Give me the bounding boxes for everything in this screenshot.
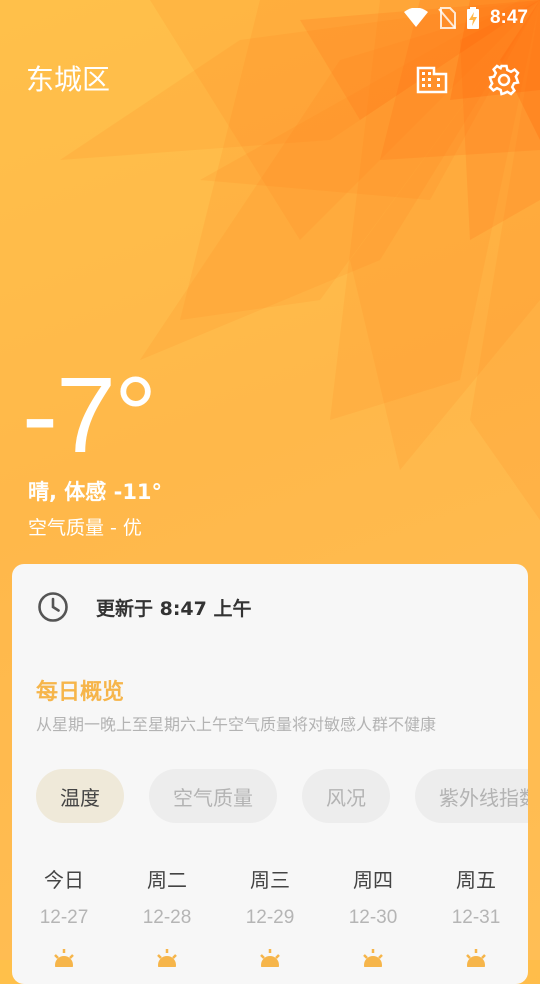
gear-icon xyxy=(488,64,520,96)
battery-charging-icon xyxy=(466,7,479,29)
status-bar: 8:47 xyxy=(0,0,540,36)
wifi-icon xyxy=(403,8,428,27)
sun-icon xyxy=(54,949,74,974)
settings-button[interactable] xyxy=(486,62,522,98)
day-name: 今日 xyxy=(44,868,84,892)
tab-wind[interactable]: 风况 xyxy=(302,769,390,823)
day-item[interactable]: 周三 12-29 xyxy=(230,864,310,974)
sun-icon xyxy=(157,949,177,974)
clock-icon xyxy=(38,592,68,622)
day-date: 12-29 xyxy=(245,907,295,928)
day-date: 12-28 xyxy=(142,907,192,928)
status-time: 8:47 xyxy=(489,7,528,28)
day-item[interactable]: 周五 12-31 xyxy=(436,864,516,974)
day-name: 周四 xyxy=(353,868,393,892)
day-name: 周三 xyxy=(250,868,290,892)
sun-icon xyxy=(260,949,280,974)
daily-overview-title: 每日概览 xyxy=(36,680,125,705)
city-buildings-icon xyxy=(416,66,448,94)
day-date: 12-27 xyxy=(39,907,89,928)
update-row: 更新于 8:47 上午 xyxy=(36,590,252,624)
day-item[interactable]: 周二 12-28 xyxy=(127,864,207,974)
day-date: 12-30 xyxy=(348,907,398,928)
daily-overview-description: 从星期一晚上至星期六上午空气质量将对敏感人群不健康 xyxy=(36,715,437,734)
tab-uv-index[interactable]: 紫外线指数 xyxy=(415,769,528,823)
tab-temperature[interactable]: 温度 xyxy=(36,769,124,823)
location-title[interactable]: 东城区 xyxy=(26,58,110,98)
current-temperature: -7° xyxy=(22,354,157,475)
no-sim-icon xyxy=(438,7,456,29)
day-item[interactable]: 今日 12-27 xyxy=(24,864,104,974)
metric-tabs: 温度 空气质量 风况 紫外线指数 xyxy=(36,769,528,823)
day-name: 周五 xyxy=(456,868,496,892)
sun-icon xyxy=(466,949,486,974)
tab-air-quality[interactable]: 空气质量 xyxy=(149,769,277,823)
sun-icon xyxy=(363,949,383,974)
air-quality-summary[interactable]: 空气质量 - 优 xyxy=(28,513,142,540)
app-header: 东城区 xyxy=(0,58,540,102)
forecast-card: 更新于 8:47 上午 每日概览 从星期一晚上至星期六上午空气质量将对敏感人群不… xyxy=(12,564,528,984)
city-list-button[interactable] xyxy=(414,62,450,98)
weather-description: 晴, 体感 -11° xyxy=(28,480,163,504)
day-date: 12-31 xyxy=(451,907,501,928)
day-item[interactable]: 周四 12-30 xyxy=(333,864,413,974)
update-time: 更新于 8:47 上午 xyxy=(96,597,252,620)
day-name: 周二 xyxy=(147,868,187,892)
